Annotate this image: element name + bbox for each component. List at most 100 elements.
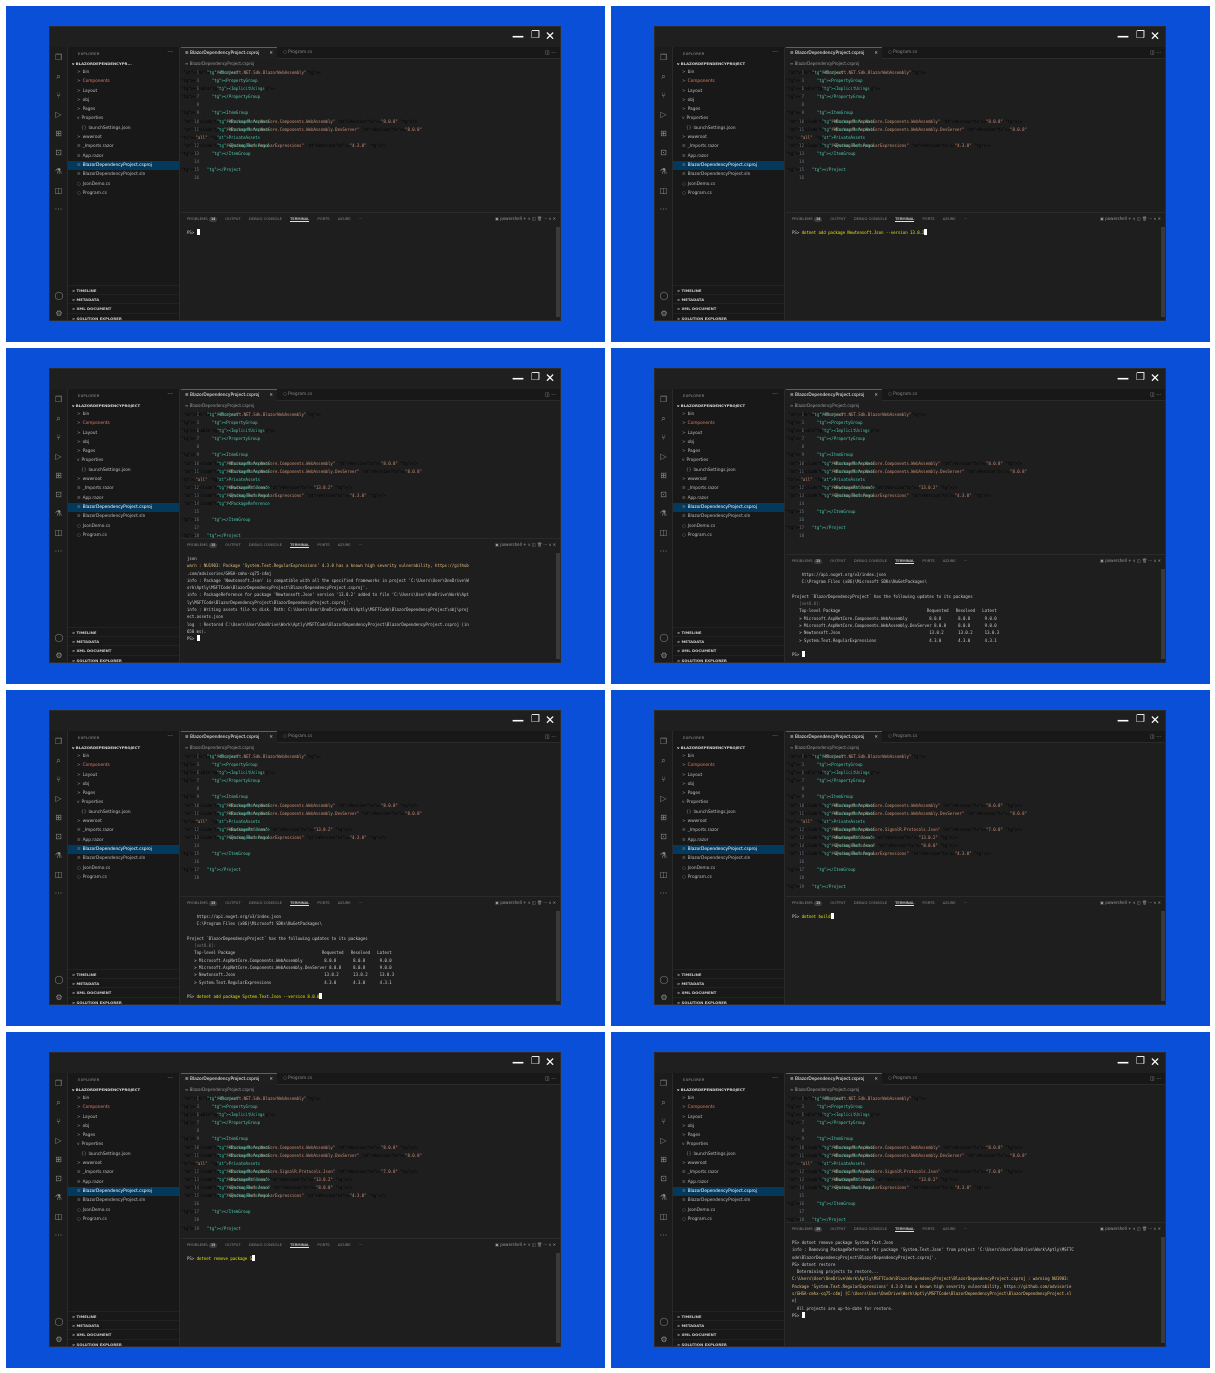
panel-tab[interactable]: AZURE xyxy=(338,1242,351,1247)
tree-item[interactable]: > bin xyxy=(68,1094,179,1103)
panel-tab[interactable]: PORTS xyxy=(317,542,329,547)
run-debug-icon[interactable]: ▷ xyxy=(659,452,669,461)
panel-tab[interactable]: OUTPUT xyxy=(830,216,845,221)
tab-program-cs[interactable]: ○ Program.cs xyxy=(884,731,928,743)
tab-program-cs[interactable]: ○ Program.cs xyxy=(279,389,323,401)
account-icon[interactable]: ◯ xyxy=(54,291,64,300)
gear-icon[interactable]: ⚙ xyxy=(54,1335,64,1344)
tree-item[interactable]: > Pages xyxy=(68,447,179,456)
run-debug-icon[interactable]: ▷ xyxy=(54,452,64,461)
gear-icon[interactable]: ⚙ xyxy=(54,993,64,1002)
tree-item[interactable]: > Layout xyxy=(68,771,179,780)
panel-tab[interactable]: PROBLEMS 15 xyxy=(792,1226,823,1232)
panel-tab[interactable]: DEBUG CONSOLE xyxy=(249,1242,282,1247)
tree-item[interactable]: ≡ BlazorDependencyProject.sln xyxy=(68,512,179,521)
project-folder[interactable]: v BLAZORDEPENDENCYPROJECT xyxy=(673,401,784,410)
source-control-icon[interactable]: ⑂ xyxy=(659,1117,669,1126)
extensions-icon[interactable]: ⊞ xyxy=(659,129,669,138)
testing-icon[interactable]: ⚗ xyxy=(54,851,64,860)
minimize-button[interactable]: — xyxy=(1117,713,1129,727)
close-window-button[interactable]: ✕ xyxy=(1150,371,1160,385)
terminal-output[interactable]: PS> dotnet add package Newtonsoft.Json -… xyxy=(786,225,1165,240)
explorer-section[interactable]: > SOLUTION EXPLORER xyxy=(68,996,179,1004)
panel-tab[interactable]: DEBUG CONSOLE xyxy=(249,216,282,221)
panel-tab[interactable]: AZURE xyxy=(943,1226,956,1231)
tree-item[interactable]: v Properties xyxy=(68,456,179,465)
terminal-scrollbar[interactable] xyxy=(1161,911,1165,1001)
terminal-toolbar[interactable]: ▣ powershell + ∨ ◫ 🗑 ··· ∧ ✕ xyxy=(495,1239,556,1251)
explorer-section[interactable]: > XML DOCUMENT xyxy=(68,645,179,654)
breadcrumb[interactable]: ≡ BlazorDependencyProject.csproj xyxy=(790,60,859,68)
close-window-button[interactable]: ✕ xyxy=(545,29,555,43)
explorer-section[interactable]: > XML DOCUMENT xyxy=(673,645,784,654)
tree-item[interactable]: ≡ App.razor xyxy=(68,494,179,503)
panel-tab[interactable]: DEBUG CONSOLE xyxy=(249,900,282,905)
tree-item[interactable]: ≡ _Imports.razor xyxy=(68,484,179,493)
testing-icon[interactable]: ⚗ xyxy=(54,167,64,176)
files-icon[interactable]: ❐ xyxy=(659,737,669,746)
terminal-scrollbar[interactable] xyxy=(556,1253,560,1343)
more-icon[interactable]: ··· xyxy=(659,1231,669,1240)
panel-tab[interactable]: ··· xyxy=(359,1242,363,1247)
tree-item[interactable]: ○ JsonDemo.cs xyxy=(68,864,179,873)
close-window-button[interactable]: ✕ xyxy=(1150,29,1160,43)
tree-item[interactable]: > Pages xyxy=(673,789,784,798)
testing-icon[interactable]: ⚗ xyxy=(54,509,64,518)
tab-csproj[interactable]: ≡ BlazorDependencyProject.csproj ✕ xyxy=(181,731,277,743)
search-icon[interactable]: ⌕ xyxy=(54,414,64,423)
close-tab-icon[interactable]: ✕ xyxy=(269,390,273,402)
tree-item[interactable]: ≡ App.razor xyxy=(673,152,784,161)
explorer-section[interactable]: > SOLUTION EXPLORER xyxy=(673,654,784,662)
tree-item[interactable]: ○ Program.cs xyxy=(68,189,179,198)
explorer-section[interactable]: > METADATA xyxy=(68,294,179,303)
tree-item[interactable]: ≡ BlazorDependencyProject.csproj xyxy=(673,160,784,171)
panel-tab[interactable]: AZURE xyxy=(338,216,351,221)
explorer-section[interactable]: > METADATA xyxy=(68,978,179,987)
code-view[interactable]: 1 "tg"><Project "at">Sdk"tx">="Microsoft.… xyxy=(181,753,560,883)
explorer-section[interactable]: > XML DOCUMENT xyxy=(673,987,784,996)
extensions-icon[interactable]: ⊞ xyxy=(659,471,669,480)
explorer-section[interactable]: > METADATA xyxy=(673,636,784,645)
panel-tab[interactable]: ··· xyxy=(964,900,968,905)
account-icon[interactable]: ◯ xyxy=(659,291,669,300)
tree-item[interactable]: ≡ App.razor xyxy=(673,1178,784,1187)
tree-item[interactable]: ≡ _Imports.razor xyxy=(673,1168,784,1177)
more-actions-icon[interactable]: ··· xyxy=(772,391,778,398)
tree-item[interactable]: > obj xyxy=(673,1122,784,1131)
remote-icon[interactable]: ⊡ xyxy=(54,1174,64,1183)
panel-tab[interactable]: OUTPUT xyxy=(225,1242,240,1247)
tree-item[interactable]: > Pages xyxy=(68,105,179,114)
panel-tab[interactable]: TERMINAL xyxy=(290,1242,310,1248)
tree-item[interactable]: {} launchSettings.json xyxy=(68,1150,179,1159)
tree-item[interactable]: ≡ BlazorDependencyProject.csproj xyxy=(68,844,179,855)
breadcrumb[interactable]: ≡ BlazorDependencyProject.csproj xyxy=(185,1086,254,1094)
panel-tab[interactable]: PORTS xyxy=(922,900,934,905)
tree-item[interactable]: ○ JsonDemo.cs xyxy=(68,1206,179,1215)
minimize-button[interactable]: — xyxy=(512,1055,524,1069)
run-debug-icon[interactable]: ▷ xyxy=(54,794,64,803)
explorer-section[interactable]: > METADATA xyxy=(673,1320,784,1329)
terminal-toolbar[interactable]: ▣ powershell + ∨ ◫ 🗑 ··· ∧ ✕ xyxy=(495,213,556,225)
tree-item[interactable]: v Properties xyxy=(68,114,179,123)
terminal-toolbar[interactable]: ▣ powershell + ∨ ◫ 🗑 ··· ∧ ✕ xyxy=(495,539,556,551)
gear-icon[interactable]: ⚙ xyxy=(659,651,669,660)
explorer-section[interactable]: > SOLUTION EXPLORER xyxy=(68,312,179,320)
more-icon[interactable]: ··· xyxy=(54,889,64,898)
tab-program-cs[interactable]: ○ Program.cs xyxy=(279,47,323,59)
files-icon[interactable]: ❐ xyxy=(54,395,64,404)
restore-button[interactable]: ❐ xyxy=(1136,371,1145,385)
tree-item[interactable]: ≡ _Imports.razor xyxy=(673,826,784,835)
tree-item[interactable]: ○ JsonDemo.cs xyxy=(673,522,784,531)
tree-item[interactable]: ≡ BlazorDependencyProject.sln xyxy=(673,1196,784,1205)
tree-item[interactable]: > bin xyxy=(673,1094,784,1103)
explorer-section[interactable]: > XML DOCUMENT xyxy=(68,303,179,312)
panel-tab[interactable]: TERMINAL xyxy=(895,216,915,222)
more-icon[interactable]: ··· xyxy=(659,889,669,898)
tree-item[interactable]: {} launchSettings.json xyxy=(68,124,179,133)
restore-button[interactable]: ❐ xyxy=(1136,713,1145,727)
explorer-section[interactable]: > XML DOCUMENT xyxy=(673,1329,784,1338)
project-folder[interactable]: v BLAZORDEPENDENCYPR... xyxy=(68,59,179,68)
terminal-output[interactable]: https://api.nuget.org/v3/index.json C:\P… xyxy=(181,909,560,1004)
terminal-output[interactable]: PS> dotnet build xyxy=(786,909,1165,924)
tree-item[interactable]: > Components xyxy=(68,77,179,86)
